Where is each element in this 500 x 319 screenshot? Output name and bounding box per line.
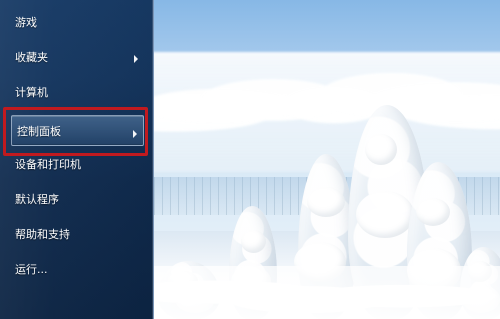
menu-item-help-and-support[interactable]: 帮助和支持 (10, 218, 144, 252)
chevron-right-icon (133, 130, 137, 138)
chevron-right-icon (134, 55, 138, 63)
menu-item-favorites[interactable]: 收藏夹 (10, 41, 144, 75)
menu-item-control-panel[interactable]: 控制面板 (11, 115, 144, 146)
menu-item-label: 计算机 (15, 86, 48, 99)
menu-item-computer[interactable]: 计算机 (10, 76, 144, 110)
desktop-wallpaper (154, 0, 500, 319)
menu-item-games[interactable]: 游戏 (10, 6, 144, 40)
menu-item-label: 游戏 (15, 16, 37, 29)
menu-item-devices-and-printers[interactable]: 设备和打印机 (10, 148, 144, 182)
menu-item-label: 设备和打印机 (15, 158, 81, 171)
menu-item-default-programs[interactable]: 默认程序 (10, 183, 144, 217)
start-menu-right-pane: 游戏 收藏夹 计算机 控制面板 设备和打印机 默认程序 帮助和支持 运行... (0, 0, 154, 319)
menu-item-label: 帮助和支持 (15, 228, 70, 241)
menu-item-label: 收藏夹 (15, 51, 48, 64)
foreground-snow (154, 266, 500, 319)
menu-item-label: 运行... (15, 263, 48, 276)
menu-item-label: 控制面板 (17, 125, 61, 138)
menu-item-label: 默认程序 (15, 193, 59, 206)
menu-item-run[interactable]: 运行... (10, 253, 144, 287)
start-menu-screenshot: 游戏 收藏夹 计算机 控制面板 设备和打印机 默认程序 帮助和支持 运行... (0, 0, 500, 319)
